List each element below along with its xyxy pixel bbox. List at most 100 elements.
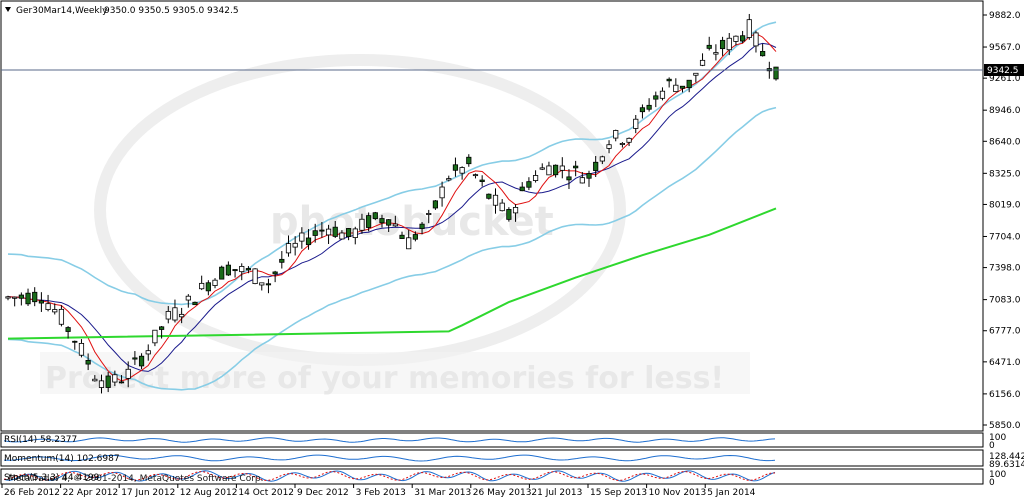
candle-body — [45, 303, 51, 310]
candle-body — [539, 167, 545, 170]
candle-body — [58, 308, 65, 325]
momentum-panel-frame — [0, 449, 984, 467]
copyright-text: MetaTrader 4, © 2001-2014, MetaQuotes So… — [8, 474, 264, 484]
y-tick-label: 7704.0 — [989, 232, 1021, 242]
candle-body — [733, 35, 739, 42]
y-tick-label: 7083.0 — [989, 296, 1021, 306]
candle-body — [619, 143, 626, 145]
candle-body — [305, 237, 312, 246]
x-tick-label: 9 Dec 2012 — [297, 488, 349, 498]
candle-body — [486, 193, 492, 199]
candle-body — [105, 375, 111, 388]
candle-body — [446, 178, 452, 181]
candle-body — [252, 268, 258, 284]
candle-body — [566, 176, 572, 181]
candle-body — [152, 329, 158, 344]
watermark-logo: photobucket — [270, 199, 554, 245]
candle-body — [579, 177, 585, 184]
candle-body — [633, 118, 639, 129]
x-tick-label: 15 Sep 2013 — [590, 488, 647, 498]
candle-body — [659, 90, 666, 99]
candle-body — [673, 84, 679, 93]
candle-body — [292, 242, 298, 248]
candle-body — [573, 165, 579, 169]
candle-body — [639, 107, 646, 113]
chart-canvas: photobucket Protect more of your memorie… — [0, 0, 1024, 498]
rsi-panel-frame — [0, 432, 984, 448]
candle-body — [132, 357, 138, 360]
chart-header: Ger30Mar14,Weekly 9350.0 9350.5 9305.0 9… — [5, 6, 239, 16]
candle-body — [719, 39, 726, 50]
candle-body — [713, 52, 719, 55]
candle-body — [466, 156, 472, 165]
candle-body — [312, 230, 318, 236]
candle-body — [492, 194, 499, 206]
candle-body — [192, 301, 198, 306]
y-tick-label: 6156.0 — [989, 390, 1021, 400]
x-tick-label: 10 Nov 2013 — [649, 488, 707, 498]
candle-body — [366, 215, 372, 228]
candle-body — [85, 360, 91, 365]
candle-body — [78, 342, 85, 356]
ohlc-values: 9350.0 9350.5 9305.0 9342.5 — [104, 6, 239, 16]
y-tick-label: 9882.0 — [989, 11, 1021, 21]
candle-body — [38, 300, 44, 304]
stoch-level-bottom: 0 — [989, 478, 995, 488]
candle-body — [519, 186, 525, 192]
candle-body — [740, 35, 746, 42]
candle-body — [666, 78, 672, 82]
candle-body — [199, 282, 205, 290]
candle-body — [219, 266, 225, 280]
candle-body — [506, 209, 512, 220]
candle-body — [172, 307, 178, 321]
candle-body — [125, 368, 131, 379]
candle-body — [232, 269, 238, 272]
y-tick-label: 6471.0 — [989, 358, 1021, 368]
candle-body — [432, 200, 439, 209]
candle-body — [392, 223, 398, 227]
candle-body — [285, 243, 292, 254]
candle-body — [259, 282, 265, 286]
candle-body — [553, 164, 559, 176]
candle-body — [25, 292, 31, 305]
rsi-level-bottom: 0 — [989, 441, 995, 451]
candle-body — [52, 309, 58, 313]
candle-body — [386, 219, 392, 226]
candle-body — [586, 173, 592, 179]
candle-body — [773, 66, 779, 80]
candle-body — [92, 378, 98, 382]
y-tick-label: 8019.0 — [989, 200, 1021, 210]
x-tick-label: 5 Jan 2014 — [707, 488, 755, 498]
x-tick-label: 21 Jul 2013 — [531, 488, 582, 498]
candle-body — [158, 326, 165, 330]
candle-body — [452, 164, 459, 171]
candle-body — [272, 271, 278, 275]
candle-body — [145, 350, 151, 355]
x-tick-label: 12 Aug 2012 — [180, 488, 238, 498]
candle-body — [426, 213, 432, 215]
candle-body — [319, 229, 325, 232]
candle-body — [379, 218, 385, 224]
candle-body — [626, 137, 632, 143]
y-tick-label: 6777.0 — [989, 327, 1021, 337]
candle-body — [245, 268, 252, 271]
y-tick-label: 7398.0 — [989, 264, 1021, 274]
x-tick-label: 31 Mar 2013 — [414, 488, 471, 498]
candle-body — [653, 95, 659, 100]
candle-body — [459, 167, 465, 174]
candle-body — [726, 37, 732, 51]
candle-body — [299, 232, 305, 242]
symbol-label: Ger30Mar14,Weekly — [16, 6, 108, 16]
candle-body — [479, 179, 485, 182]
candle-body — [599, 156, 605, 162]
candle-body — [606, 144, 612, 149]
x-tick-label: 22 Apr 2012 — [63, 488, 119, 498]
candle-body — [345, 228, 352, 238]
candle-body — [179, 313, 185, 318]
candle-body — [239, 266, 245, 273]
x-tick-label: 26 Feb 2012 — [4, 488, 60, 498]
candle-body — [679, 85, 686, 89]
y-tick-label: 8640.0 — [989, 137, 1021, 147]
candle-body — [138, 355, 145, 367]
candle-body — [532, 175, 539, 181]
